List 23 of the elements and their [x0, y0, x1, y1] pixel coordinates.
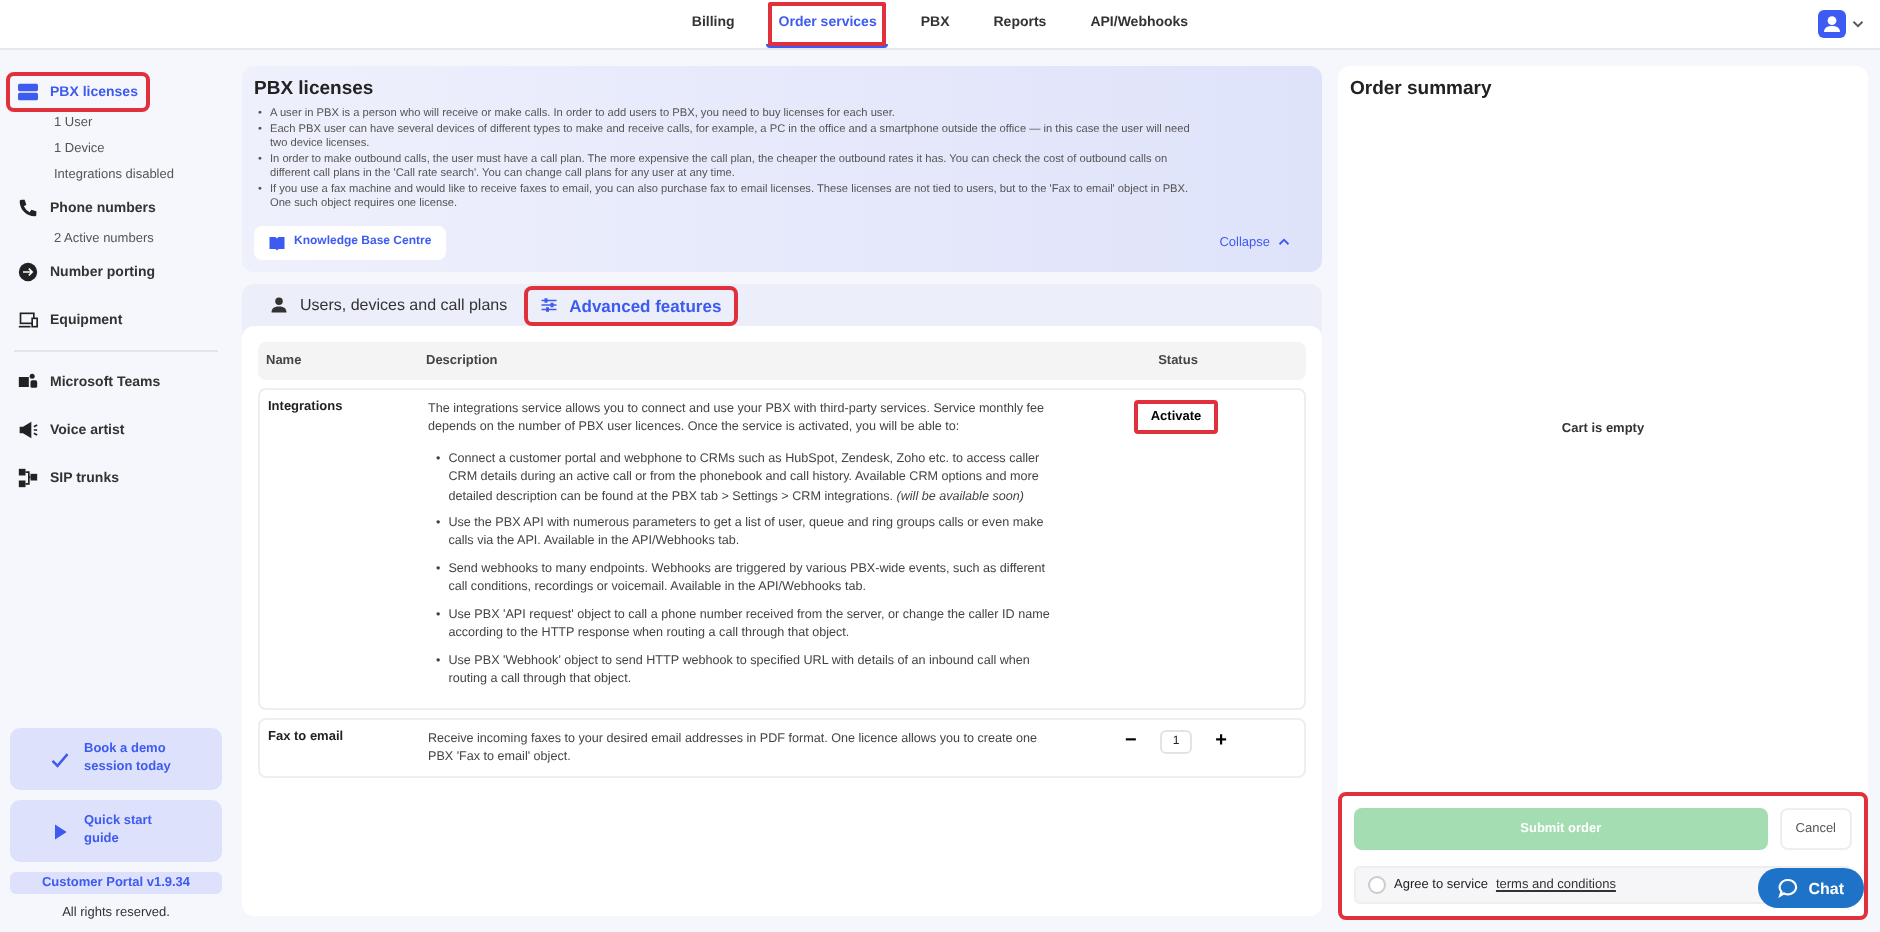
book-icon: [268, 233, 286, 252]
play-icon: [50, 821, 70, 841]
sliders-icon: [539, 296, 558, 315]
panel-title: PBX licenses: [254, 78, 376, 100]
check-icon: [50, 749, 70, 769]
arrow-circle-icon: [18, 262, 38, 282]
chevron-up-icon: [1278, 238, 1290, 247]
megaphone-icon: [18, 420, 38, 440]
decrement-button[interactable]: −: [1116, 730, 1145, 753]
devices-icon: [18, 310, 38, 330]
person-icon: [270, 296, 288, 315]
list-icon: [18, 82, 38, 102]
section-tab[interactable]: Advanced features: [527, 289, 734, 322]
network-icon: [18, 468, 38, 488]
agree-checkbox[interactable]: [1368, 876, 1386, 894]
user-avatar-icon[interactable]: [1818, 10, 1846, 38]
increment-button[interactable]: +: [1207, 730, 1236, 753]
speech-bubble-icon: [1778, 878, 1799, 898]
chat-button[interactable]: Chat: [1758, 868, 1864, 908]
phone-icon: [18, 198, 38, 218]
chevron-down-icon[interactable]: [1852, 20, 1864, 28]
panel-title: Order summary: [1350, 78, 1494, 100]
section-tab[interactable]: Users, devices and call plans: [258, 290, 520, 321]
